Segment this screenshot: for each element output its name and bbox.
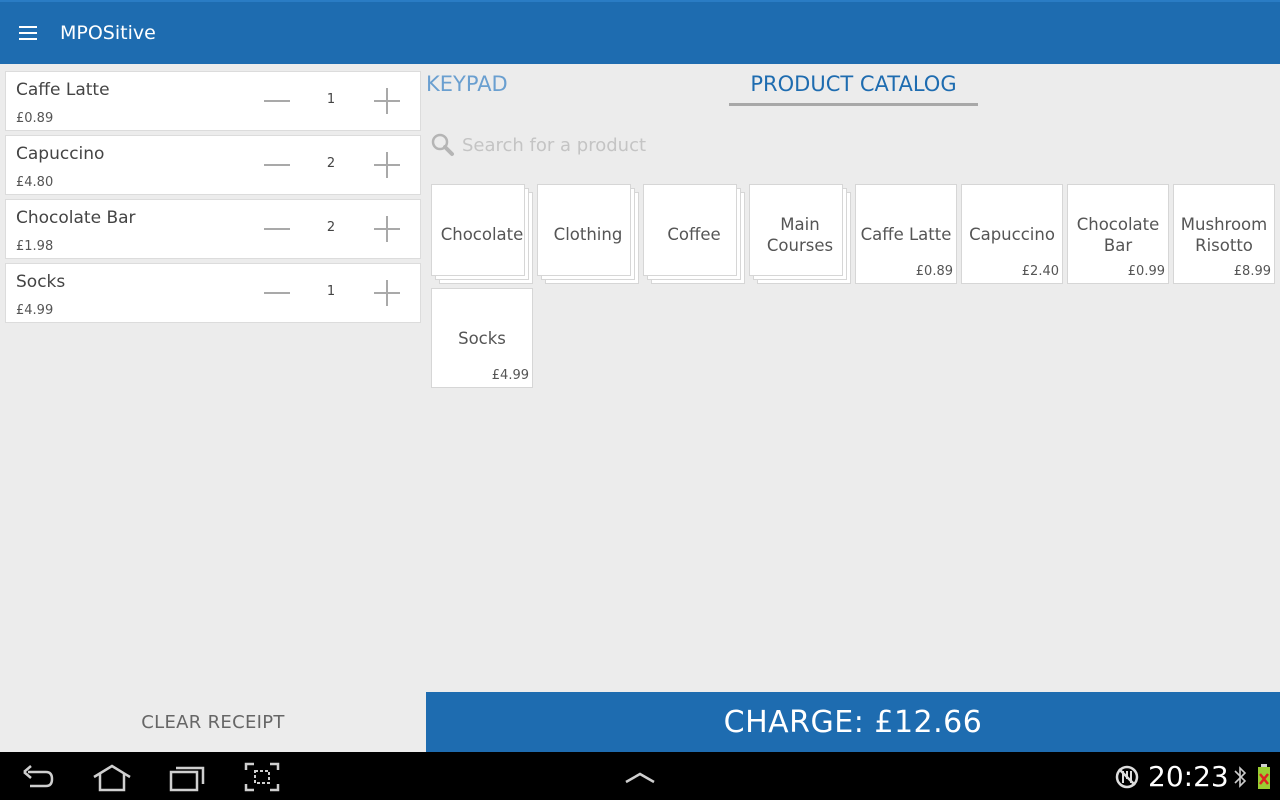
item-price: £4.80 xyxy=(16,175,54,190)
tile-price: £0.99 xyxy=(1127,264,1165,279)
item-name: Capuccino xyxy=(16,144,105,164)
menu-icon[interactable] xyxy=(0,1,56,65)
category-tile[interactable]: Main Courses xyxy=(749,184,851,284)
item-price: £0.89 xyxy=(16,111,54,126)
category-tile[interactable]: Coffee xyxy=(643,184,745,284)
item-quantity: 1 xyxy=(326,284,336,299)
tile-label: Chocolate xyxy=(1076,215,1160,234)
increase-quantity-button[interactable] xyxy=(374,280,400,306)
charge-button[interactable]: CHARGE: £12.66 xyxy=(426,692,1280,752)
tile-label: Bar xyxy=(1103,236,1133,255)
receipt-line-item[interactable]: Caffe Latte £0.89 1 xyxy=(5,71,421,131)
product-tile[interactable]: Socks £4.99 xyxy=(431,288,533,388)
clear-receipt-button[interactable]: CLEAR RECEIPT xyxy=(0,692,426,752)
search-bar xyxy=(430,128,930,162)
screenshot-icon[interactable] xyxy=(240,760,284,794)
tile-price: £4.99 xyxy=(491,368,529,383)
tile-label: Clothing xyxy=(553,225,623,244)
tile-price: £0.89 xyxy=(915,264,953,279)
item-name: Socks xyxy=(16,272,66,292)
tile-label: Courses xyxy=(766,236,834,255)
tile-label: Coffee xyxy=(667,225,721,244)
item-name: Caffe Latte xyxy=(16,80,110,100)
receipt-line-item[interactable]: Chocolate Bar £1.98 2 xyxy=(5,199,421,259)
app-bar: MPOSitive xyxy=(0,0,1280,64)
receipt-list: Caffe Latte £0.89 1 Capuccino £4.80 2 Ch… xyxy=(5,71,421,327)
product-tile[interactable]: Chocolate Bar £0.99 xyxy=(1067,184,1169,284)
status-clock: 20:23 xyxy=(1148,760,1229,793)
recent-apps-icon[interactable] xyxy=(165,760,209,794)
increase-quantity-button[interactable] xyxy=(374,88,400,114)
back-icon[interactable] xyxy=(16,760,60,794)
item-quantity: 1 xyxy=(326,92,336,107)
increase-quantity-button[interactable] xyxy=(374,152,400,178)
receipt-line-item[interactable]: Capuccino £4.80 2 xyxy=(5,135,421,195)
increase-quantity-button[interactable] xyxy=(374,216,400,242)
search-icon xyxy=(430,132,456,158)
no-sim-icon xyxy=(1110,760,1144,794)
decrease-quantity-button[interactable] xyxy=(264,278,290,308)
tile-label: Main xyxy=(780,215,820,234)
bluetooth-icon xyxy=(1230,760,1250,794)
product-tile[interactable]: Caffe Latte £0.89 xyxy=(855,184,957,284)
item-name: Chocolate Bar xyxy=(16,208,136,228)
item-price: £1.98 xyxy=(16,239,54,254)
up-chevron-icon[interactable] xyxy=(618,760,662,794)
system-nav-bar: 20:23 xyxy=(0,752,1280,800)
category-tile[interactable]: Chocolate xyxy=(431,184,533,284)
item-price: £4.99 xyxy=(16,303,54,318)
app-title: MPOSitive xyxy=(60,22,156,44)
tile-label: Mushroom xyxy=(1180,215,1268,234)
tab-product-catalog[interactable]: PRODUCT CATALOG xyxy=(729,72,978,106)
tile-label: Risotto xyxy=(1195,236,1253,255)
home-icon[interactable] xyxy=(90,760,134,794)
search-input[interactable] xyxy=(462,128,922,162)
tile-label: Chocolate xyxy=(440,225,524,244)
decrease-quantity-button[interactable] xyxy=(264,214,290,244)
tile-label: Caffe Latte xyxy=(860,225,952,244)
tile-label: Capuccino xyxy=(969,225,1055,244)
product-tile[interactable]: Capuccino £2.40 xyxy=(961,184,1063,284)
battery-icon xyxy=(1254,760,1274,794)
decrease-quantity-button[interactable] xyxy=(264,86,290,116)
tile-price: £8.99 xyxy=(1233,264,1271,279)
tile-label: Socks xyxy=(458,329,506,348)
item-quantity: 2 xyxy=(326,156,336,171)
tile-price: £2.40 xyxy=(1021,264,1059,279)
tab-keypad[interactable]: KEYPAD xyxy=(426,72,508,102)
decrease-quantity-button[interactable] xyxy=(264,150,290,180)
product-tile[interactable]: Mushroom Risotto £8.99 xyxy=(1173,184,1275,284)
category-tile[interactable]: Clothing xyxy=(537,184,639,284)
receipt-line-item[interactable]: Socks £4.99 1 xyxy=(5,263,421,323)
item-quantity: 2 xyxy=(326,220,336,235)
